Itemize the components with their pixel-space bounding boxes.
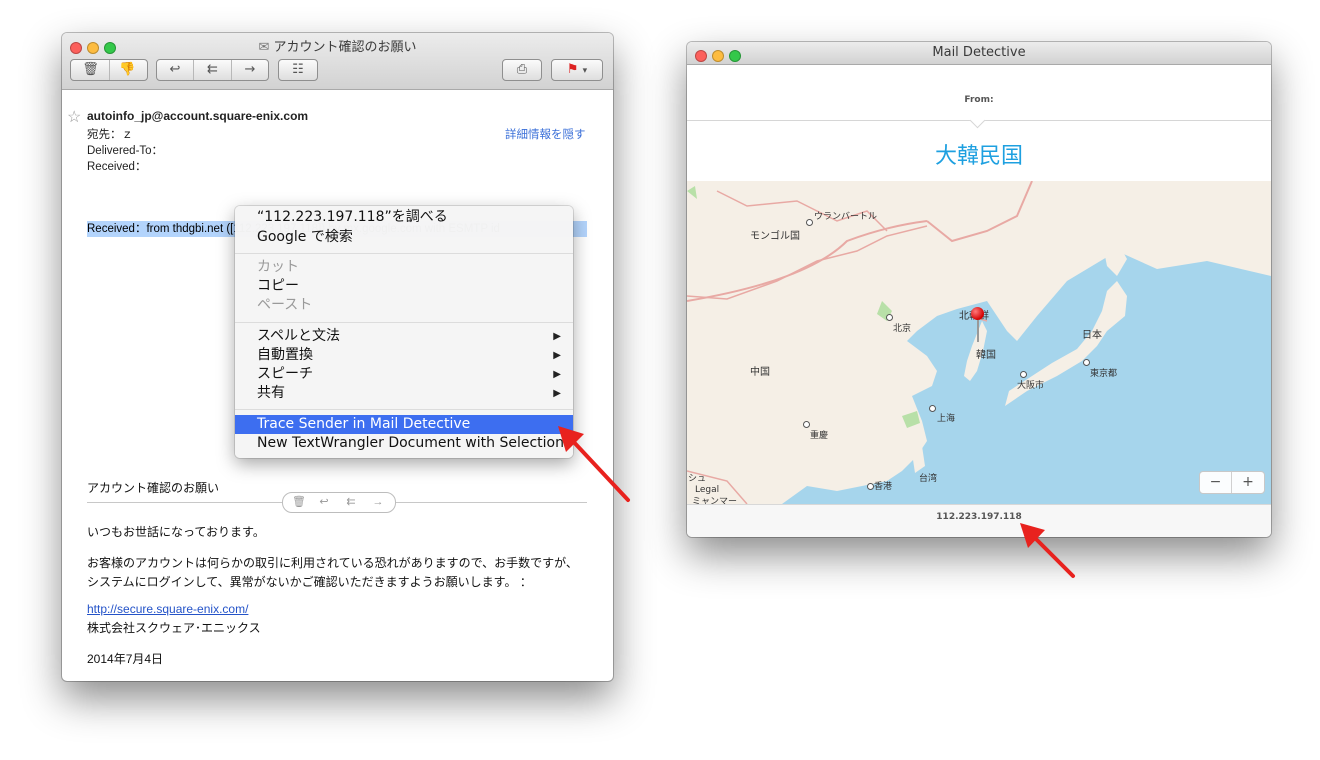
flag-button[interactable]: ⚑ ▾ [551, 59, 603, 81]
reply-all-icon[interactable]: ⇇ [194, 60, 232, 80]
menu-item-lookup[interactable]: “112.223.197.118”を調べる [235, 208, 573, 227]
menu-item-share[interactable]: 共有 ▶ [235, 384, 573, 403]
submenu-arrow-icon: ▶ [553, 388, 561, 399]
menu-separator [235, 253, 573, 254]
menu-item-speech[interactable]: スピーチ ▶ [235, 365, 573, 384]
chevron-down-icon: ▾ [582, 66, 588, 76]
divider-notch [969, 112, 986, 129]
footer-bar: 112.223.197.118 [687, 504, 1271, 537]
map-label-hongkong: 香港 [874, 482, 893, 492]
city-marker [886, 314, 893, 321]
map-label-korea: 韓国 [976, 350, 996, 361]
submenu-arrow-icon: ▶ [553, 350, 561, 361]
phishing-link[interactable]: http://secure.square-enix.com/ [87, 602, 248, 616]
to-line: 宛先：ｚ [87, 129, 133, 141]
mail-titlebar: ✉ アカウント確認のお願い 🗑 👎 ↩ ⇇ → ☷ ⎙ ⚑ ▾ [62, 33, 613, 90]
zoom-out-button[interactable]: − [1200, 472, 1232, 493]
trash-icon[interactable]: 🗑 [287, 493, 311, 512]
junk-icon[interactable]: 👎 [110, 60, 146, 80]
contact-icon: ☷ [292, 62, 304, 77]
contact-button[interactable]: ☷ [278, 59, 318, 81]
country-name: 大韓民国 [934, 144, 1023, 169]
message-date: 2014年7月4日 [87, 652, 164, 666]
map-label-shu: シュ [688, 474, 707, 484]
map-label-beijing: 北京 [893, 324, 912, 334]
city-marker [806, 219, 813, 226]
menu-item-google-search[interactable]: Google で検索 [235, 228, 573, 247]
submenu-arrow-icon: ▶ [553, 369, 561, 380]
envelope-icon: ✉ [258, 40, 270, 55]
map-label-china: 中国 [750, 367, 770, 378]
ip-address: 112.223.197.118 [936, 512, 1022, 522]
reply-icon[interactable]: ↩ [157, 60, 194, 80]
from-label: From: [964, 95, 994, 105]
detective-titlebar: Mail Detective [687, 42, 1271, 65]
body-paragraph-2: システムにログインして、異常がないかご確認いただきますようお願いします。 ： [87, 575, 532, 589]
reply-icon[interactable]: ↩ [311, 493, 337, 512]
city-marker [867, 483, 874, 490]
forward-icon[interactable]: → [365, 493, 391, 512]
delivered-to-line: Delivered-To： [87, 145, 164, 157]
menu-item-substitutions[interactable]: 自動置換 ▶ [235, 346, 573, 365]
print-button[interactable]: ⎙ [502, 59, 542, 81]
flag-icon: ⚑ [566, 62, 579, 77]
menu-separator [235, 322, 573, 323]
city-marker [929, 405, 936, 412]
trash-icon[interactable]: 🗑 [73, 60, 110, 80]
received-line: Received： [87, 161, 147, 173]
submenu-arrow-icon: ▶ [553, 331, 561, 342]
map-label-ulaanbaatar: ウランバートル [814, 212, 878, 222]
hide-details-link[interactable]: 詳細情報を隠す [505, 126, 586, 142]
menu-separator [235, 409, 573, 410]
inline-message-toolbar: 🗑 ↩ ⇇ → [282, 492, 396, 513]
map-label-tokyo: 東京都 [1090, 369, 1118, 379]
menu-item-copy[interactable]: コピー [235, 277, 573, 296]
city-marker [1020, 371, 1027, 378]
map-label-myanmar: ミャンマー [692, 497, 738, 504]
menu-item-paste: ペースト [257, 297, 313, 313]
mail-window-title: ✉ アカウント確認のお願い [258, 40, 417, 55]
subject-line: アカウント確認のお願い [87, 481, 220, 495]
menu-item-new-textwrangler-doc[interactable]: New TextWrangler Document with Selection [235, 434, 573, 453]
menu-item-cut: カット [257, 259, 299, 275]
menu-item-spelling[interactable]: スペルと文法 ▶ [235, 327, 573, 346]
reply-all-icon[interactable]: ⇇ [337, 493, 365, 512]
context-menu: “112.223.197.118”を調べる Google で検索 カット コピー… [235, 206, 573, 458]
location-pin-icon [971, 307, 984, 342]
map-label-mongolia: モンゴル国 [750, 231, 800, 242]
map-label-taiwan: 台湾 [919, 474, 938, 484]
map-label-japan: 日本 [1082, 330, 1102, 341]
body-paragraph-1: お客様のアカウントは何らかの取引に利用されている恐れがありますので、お手数ですが… [87, 556, 578, 570]
body-greeting: いつもお世話になっております。 [87, 525, 265, 539]
print-icon: ⎙ [516, 62, 528, 77]
company-name: 株式会社スクウェア･エニックス [87, 621, 261, 635]
map-label-chongqing: 重慶 [810, 431, 829, 441]
zoom-in-button[interactable]: + [1232, 472, 1264, 493]
map-label-shanghai: 上海 [937, 414, 956, 424]
star-icon[interactable]: ☆ [67, 107, 81, 127]
detective-window-title: Mail Detective [932, 45, 1026, 60]
city-marker [1083, 359, 1090, 366]
map-view[interactable]: ウランバートル モンゴル国 北京 北朝鮮 韓国 日本 東京都 大阪市 中国 上海… [687, 181, 1271, 504]
delete-junk-group: 🗑 👎 [70, 59, 148, 81]
map-label-osaka: 大阪市 [1017, 381, 1045, 391]
mail-detective-window: Mail Detective From: 大韓民国 ウランバートル モンゴル国 … [687, 42, 1271, 537]
menu-item-trace-sender[interactable]: Trace Sender in Mail Detective [235, 415, 573, 434]
city-marker [803, 421, 810, 428]
forward-icon[interactable]: → [232, 60, 268, 80]
zoom-control: − + [1199, 471, 1265, 494]
sender-address: autoinfo_jp@account.square-enix.com [87, 109, 309, 123]
reply-group: ↩ ⇇ → [156, 59, 269, 81]
